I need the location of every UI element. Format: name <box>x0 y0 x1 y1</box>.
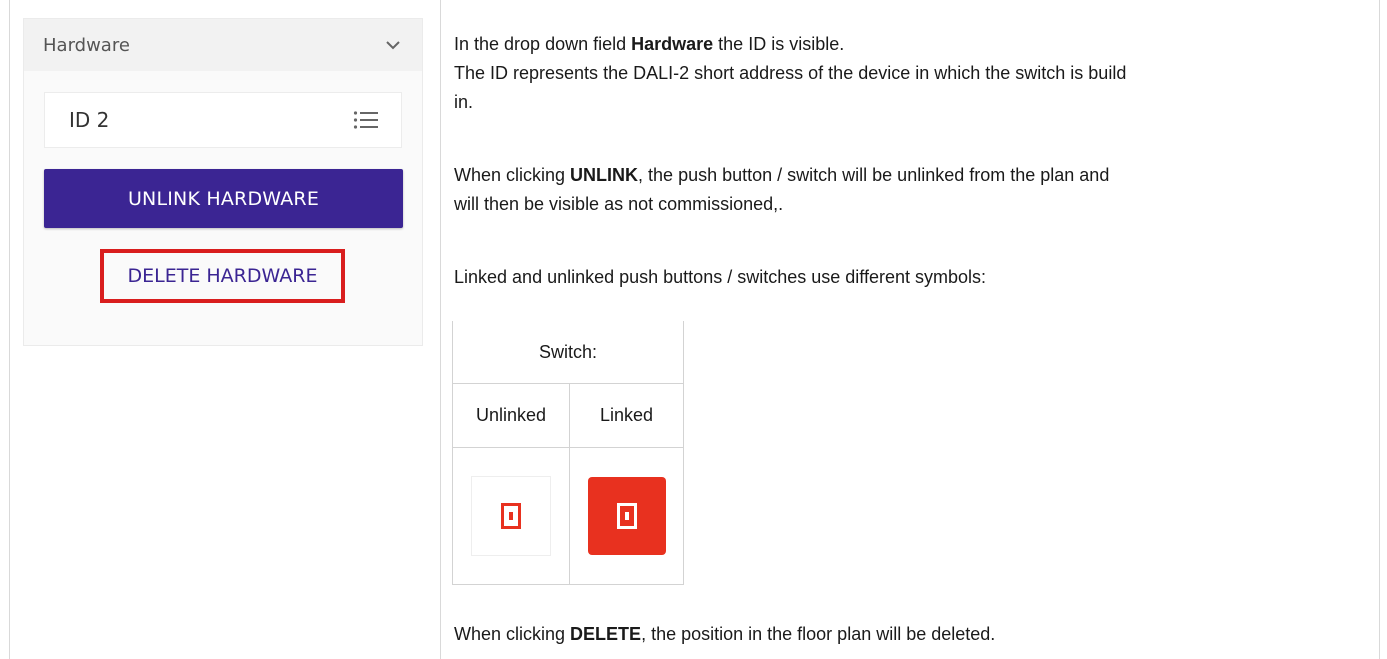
list-icon[interactable] <box>353 110 379 130</box>
cell-unlinked-symbol <box>452 448 570 585</box>
switch-icon <box>616 503 637 529</box>
col-header-linked: Linked <box>570 384 684 448</box>
paragraph-id-line1: The ID represents the DALI-2 short addre… <box>454 63 1127 83</box>
col-header-unlinked: Unlinked <box>452 384 570 448</box>
paragraph-delete: When clicking DELETE, the position in th… <box>454 620 995 649</box>
page-border-left <box>9 0 10 659</box>
hardware-id-value: ID 2 <box>69 108 110 132</box>
switch-icon <box>501 503 521 529</box>
hardware-label: Hardware <box>43 34 130 56</box>
paragraph-hardware: In the drop down field Hardware the ID i… <box>454 30 844 59</box>
chevron-down-icon[interactable] <box>384 36 402 54</box>
column-divider <box>440 0 441 659</box>
p3-text: When clicking <box>454 165 571 185</box>
paragraph-unlink: When clicking UNLINK, the push button / … <box>454 161 1109 190</box>
switch-symbol-table: Switch: Unlinked Linked <box>452 321 684 585</box>
delete-hardware-button[interactable]: DELETE HARDWARE <box>107 255 338 297</box>
hardware-panel: Hardware ID 2 UNLINK HARDWARE DELETE HAR… <box>23 18 423 346</box>
hardware-dropdown-header[interactable]: Hardware <box>24 19 422 71</box>
p3-bold: UNLINK <box>570 165 639 185</box>
page-border-right <box>1379 0 1380 659</box>
p5-text-end: , the position in the floor plan will be… <box>641 624 996 644</box>
switch-unlinked-icon <box>471 476 551 556</box>
paragraph-symbols: Linked and unlinked push buttons / switc… <box>454 267 986 287</box>
p5-bold: DELETE <box>570 624 642 644</box>
p3-text-end: , the push button / switch will be unlin… <box>638 165 1110 185</box>
paragraph-unlink-line2: will then be visible as not commissioned… <box>454 194 784 214</box>
unlink-hardware-button[interactable]: UNLINK HARDWARE <box>44 169 403 228</box>
p1-bold: Hardware <box>631 34 714 54</box>
table-title: Switch: <box>452 321 684 384</box>
p1-text-end: the ID is visible. <box>713 34 845 54</box>
p5-text: When clicking <box>454 624 571 644</box>
p1-text: In the drop down field <box>454 34 632 54</box>
paragraph-id-line2: in. <box>454 92 474 112</box>
switch-linked-icon <box>587 477 666 555</box>
hardware-id-select[interactable]: ID 2 <box>44 92 402 148</box>
cell-linked-symbol <box>570 448 684 585</box>
